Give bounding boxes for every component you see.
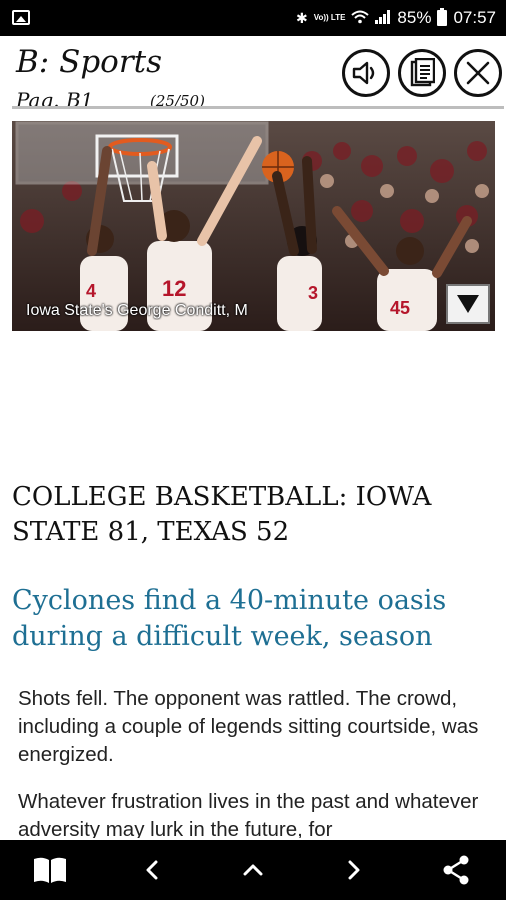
page-label: Pag. B1 [16,88,94,106]
svg-text:12: 12 [162,276,186,301]
volte-icon: Vo)) LTE [313,13,346,22]
battery-percent: 85% [397,8,432,27]
section-title: B: Sports [16,44,163,80]
page-count: (25/50) [150,92,205,106]
chevron-up-icon [243,864,263,876]
copy-button[interactable] [398,49,446,97]
previous-page-button[interactable] [132,850,172,890]
next-page-button[interactable] [334,850,374,890]
chevron-right-icon [348,860,360,880]
gallery-notification-icon [12,10,30,25]
article-paragraph: Whatever frustration lives in the past a… [18,790,479,838]
share-icon [443,855,469,885]
open-book-icon [34,857,66,883]
svg-text:4: 4 [86,281,96,301]
battery-icon [437,8,448,26]
triangle-down-icon [457,295,479,313]
header-divider [12,106,504,109]
clipboard-icon [410,58,435,87]
status-right: ✱ Vo)) LTE 85% 07:57 [296,0,496,36]
chevron-left-icon [146,860,158,880]
audio-button[interactable] [342,49,390,97]
bottom-nav-bar [0,840,506,900]
clock: 07:57 [453,8,496,27]
article-paragraph: Shots fell. The opponent was rattled. Th… [18,687,479,766]
status-bar: ✱ Vo)) LTE 85% 07:57 [0,0,506,36]
photo-caption: Iowa State's George Conditt, M [26,302,248,319]
article-headline: Cyclones find a 40-minute oasis during a… [12,585,447,652]
close-icon [466,61,490,85]
svg-text:3: 3 [308,283,318,303]
photo-illustration: 4 12 3 45 [12,121,495,331]
bluetooth-icon: ✱ [295,10,308,26]
share-button[interactable] [436,850,476,890]
wifi-icon [351,10,370,26]
book-button[interactable] [30,850,70,890]
article-photo[interactable]: 4 12 3 45 Iowa State's George Conditt, M [12,121,495,331]
signal-icon [375,10,391,26]
app-header: B: Sports Pag. B1 (25/50) [0,36,506,106]
svg-text:45: 45 [390,298,410,318]
article-kicker: COLLEGE BASKETBALL: IOWA STATE 81, TEXAS… [12,482,432,547]
close-button[interactable] [454,49,502,97]
speaker-icon [352,61,375,85]
page-overview-button[interactable] [233,850,273,890]
caption-expand-button[interactable] [446,284,490,324]
